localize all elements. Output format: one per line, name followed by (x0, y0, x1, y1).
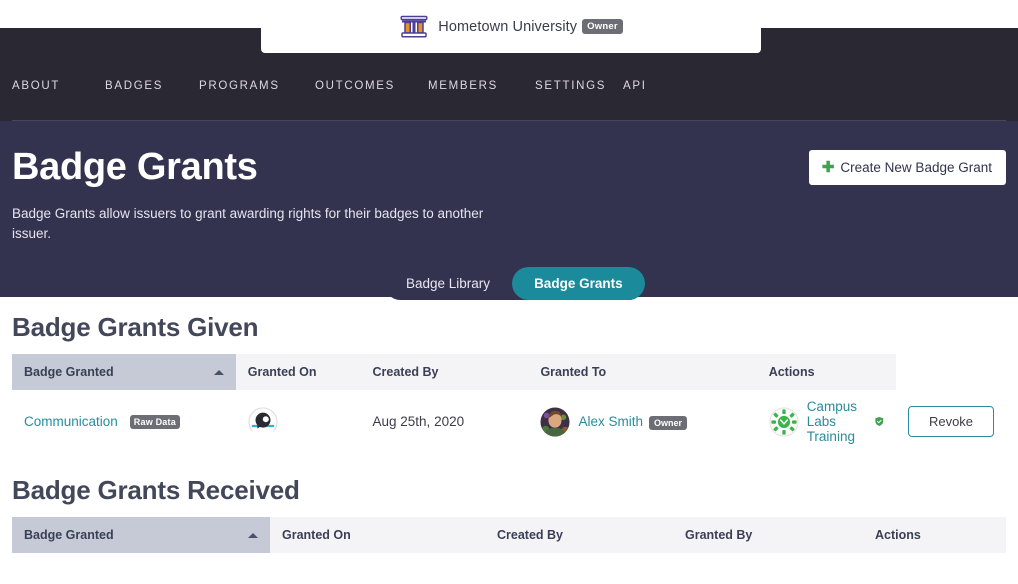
page-description: Badge Grants allow issuers to grant awar… (12, 206, 484, 241)
create-new-badge-grant-button[interactable]: ✚ Create New Badge Grant (808, 150, 1006, 185)
cell-actions: Revoke (896, 390, 1006, 453)
nav-item-outcomes[interactable]: OUTCOMES (315, 80, 428, 92)
nav-links: ABOUT BADGES PROGRAMS OUTCOMES MEMBERS S… (0, 80, 1018, 120)
nav-item-members[interactable]: MEMBERS (428, 80, 535, 92)
cell-granted-to: Campus Labs Training (756, 390, 896, 453)
granted-to-link[interactable]: Campus Labs Training (807, 399, 868, 444)
plus-icon: ✚ (821, 159, 835, 176)
person-avatar (540, 406, 570, 437)
badge-grants-received-table: Badge Granted Granted On Created By Gran… (12, 517, 1006, 553)
badge-name-link[interactable]: Communication (24, 414, 118, 429)
created-by-link[interactable]: Alex Smith (578, 414, 643, 429)
page-content: Badge Grants Given Badge Granted Granted… (0, 297, 1018, 553)
tab-badge-library[interactable]: Badge Library (384, 267, 512, 300)
column-header-granted-on[interactable]: Granted On (270, 517, 485, 553)
organization-name-wrap: Hometown University Owner (438, 18, 623, 35)
table-header-row: Badge Granted Granted On Created By Gran… (12, 354, 1006, 390)
revoke-button[interactable]: Revoke (908, 406, 994, 437)
column-header-granted-by[interactable]: Granted By (673, 517, 863, 553)
column-label: Badge Granted (24, 365, 114, 379)
organization-name: Hometown University (438, 18, 578, 35)
nav-item-api[interactable]: API (623, 80, 647, 92)
nav-item-badges[interactable]: BADGES (105, 80, 199, 92)
cell-granted-on: Aug 25th, 2020 (360, 390, 529, 453)
section-title-received: Badge Grants Received (12, 475, 300, 505)
column-header-created-by[interactable]: Created By (485, 517, 673, 553)
raw-data-badge: Raw Data (129, 414, 180, 429)
created-by-role-badge: Owner (648, 416, 687, 430)
cell-created-by: Alex Smith Owner (528, 390, 757, 453)
university-columns-icon (400, 15, 428, 37)
view-tab-group: Badge Library Badge Grants (384, 267, 645, 300)
column-header-actions: Actions (863, 517, 1006, 553)
create-button-label: Create New Badge Grant (840, 159, 992, 175)
cell-badge-image (235, 390, 361, 453)
nav-item-programs[interactable]: PROGRAMS (199, 80, 315, 92)
table-header-row: Badge Granted Granted On Created By Gran… (12, 517, 1006, 553)
communication-badge-icon (248, 406, 278, 437)
section-title-given: Badge Grants Given (12, 312, 259, 342)
cell-badge-granted: Communication Raw Data (12, 390, 236, 453)
column-header-badge-granted[interactable]: Badge Granted (12, 354, 236, 390)
badge-grants-given-table: Badge Granted Granted On Created By Gran… (12, 354, 1006, 453)
column-label: Badge Granted (24, 528, 114, 542)
column-header-badge-granted[interactable]: Badge Granted (12, 517, 270, 553)
column-header-granted-on[interactable]: Granted On (235, 354, 361, 390)
campus-labs-gear-icon (769, 406, 799, 437)
nav-item-about[interactable]: ABOUT (12, 80, 105, 92)
column-header-granted-to[interactable]: Granted To (528, 354, 757, 390)
sort-ascending-caret-icon (248, 533, 258, 538)
table-row: Communication Raw Data Aug 25th, 2020 Al… (12, 390, 1006, 453)
tab-badge-grants[interactable]: Badge Grants (512, 267, 645, 300)
organization-role-badge: Owner (582, 18, 623, 34)
page-title: Badge Grants (12, 146, 258, 188)
column-header-actions: Actions (756, 354, 896, 390)
column-header-created-by[interactable]: Created By (360, 354, 529, 390)
green-shield-check-icon (875, 417, 884, 426)
sort-ascending-caret-icon (213, 370, 224, 375)
organization-header[interactable]: Hometown University Owner (261, 0, 761, 53)
nav-item-settings[interactable]: SETTINGS (535, 80, 623, 92)
